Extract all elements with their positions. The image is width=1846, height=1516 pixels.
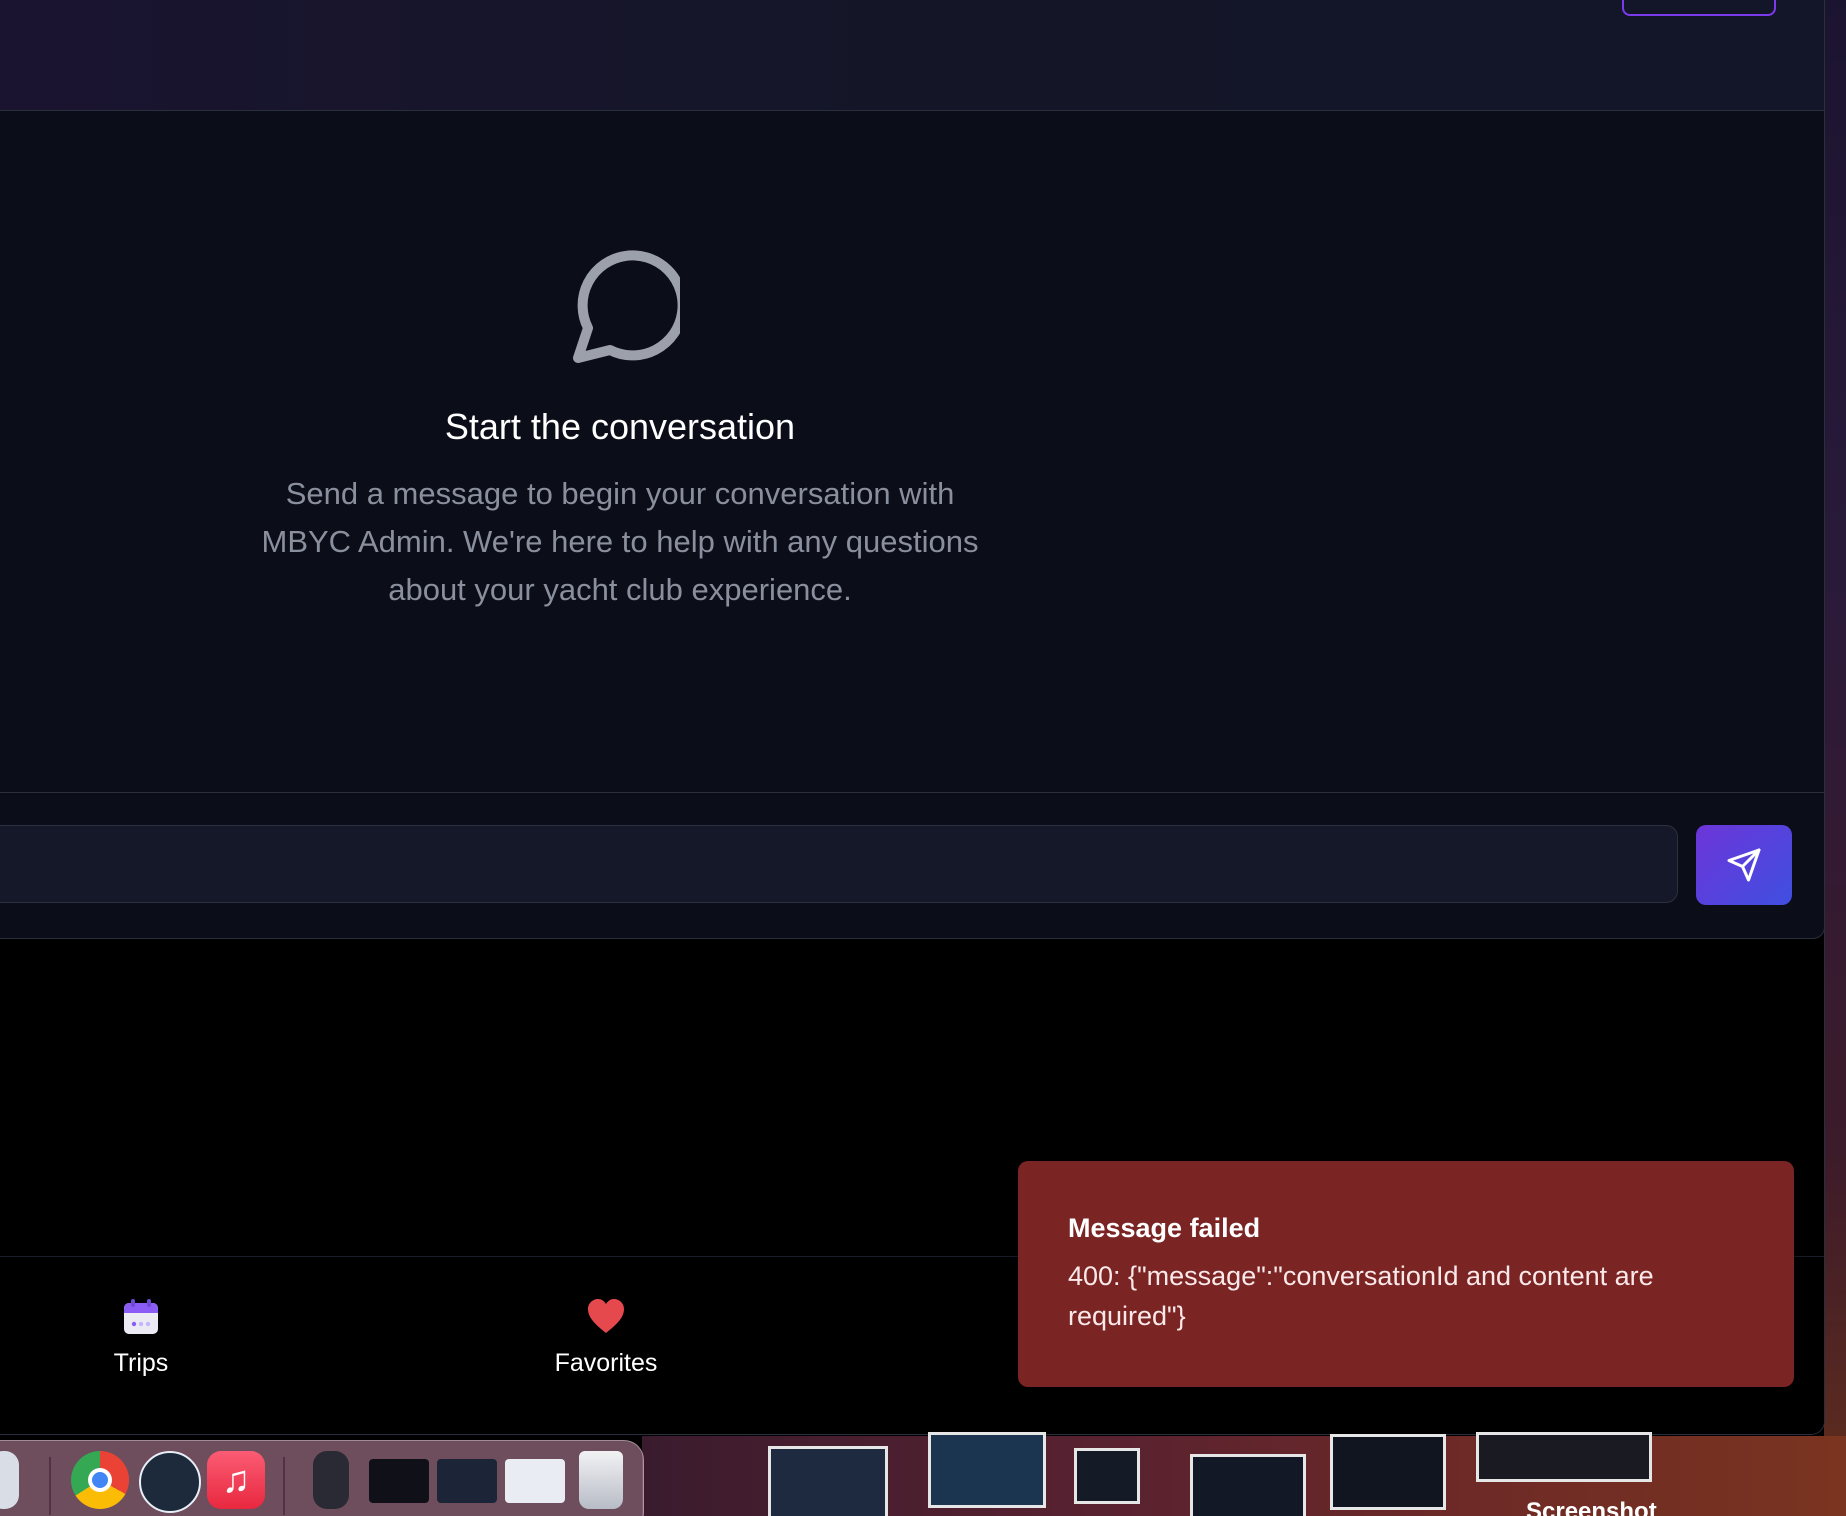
- nav-item-label: Trips: [113, 1349, 169, 1377]
- screen: Start the conversation Send a message to…: [0, 0, 1846, 1516]
- header-action-button[interactable]: [1622, 0, 1776, 16]
- trash-icon[interactable]: [579, 1451, 623, 1509]
- nav-item-favorites[interactable]: Favorites: [506, 1297, 706, 1378]
- desktop-screenshot-thumbnail[interactable]: [1330, 1434, 1446, 1510]
- empty-state: Start the conversation Send a message to…: [200, 246, 1040, 614]
- nav-item-trips[interactable]: Trips: [41, 1297, 241, 1378]
- music-icon[interactable]: ♫: [207, 1451, 265, 1509]
- audio-app-icon[interactable]: [139, 1451, 201, 1513]
- finder-app-icon[interactable]: [0, 1451, 19, 1509]
- recent-window-icon[interactable]: [437, 1459, 497, 1503]
- send-icon: [1727, 848, 1761, 882]
- calendar-icon: [124, 1299, 158, 1334]
- chrome-icon[interactable]: [71, 1451, 129, 1509]
- desktop-screenshot-thumbnail[interactable]: [1074, 1448, 1140, 1504]
- desktop-screenshot-thumbnail[interactable]: [768, 1446, 888, 1516]
- dock-separator: [49, 1457, 51, 1515]
- recent-window-icon[interactable]: [369, 1459, 429, 1503]
- desktop-file-label[interactable]: Screenshot: [1526, 1498, 1657, 1516]
- empty-state-description: Send a message to begin your conversatio…: [261, 476, 979, 607]
- chat-panel: Start the conversation Send a message to…: [0, 111, 1824, 939]
- desktop-background: [1824, 0, 1846, 1436]
- chat-bubble-icon: [573, 250, 680, 363]
- app-window: Start the conversation Send a message to…: [0, 0, 1825, 1435]
- message-composer: [0, 792, 1824, 939]
- desktop-screenshot-thumbnail[interactable]: [1190, 1454, 1306, 1516]
- message-input[interactable]: [0, 825, 1678, 903]
- toast-message: 400: {"message":"conversationId and cont…: [1068, 1261, 1654, 1331]
- chat-header: [0, 0, 1824, 111]
- send-button[interactable]: [1696, 825, 1792, 905]
- recent-window-icon[interactable]: [505, 1459, 565, 1503]
- heart-icon: [588, 1299, 624, 1333]
- document-icon[interactable]: [313, 1451, 349, 1509]
- nav-item-label: Favorites: [554, 1349, 658, 1377]
- desktop-screenshot-thumbnail[interactable]: [928, 1432, 1046, 1508]
- macos-dock: ♫: [0, 1440, 644, 1516]
- dock-separator: [283, 1457, 285, 1515]
- toast-title: Message failed: [1068, 1213, 1261, 1243]
- error-toast[interactable]: Message failed 400: {"message":"conversa…: [1018, 1161, 1794, 1387]
- empty-state-title: Start the conversation: [444, 406, 796, 447]
- desktop-screenshot-thumbnail[interactable]: [1476, 1432, 1652, 1482]
